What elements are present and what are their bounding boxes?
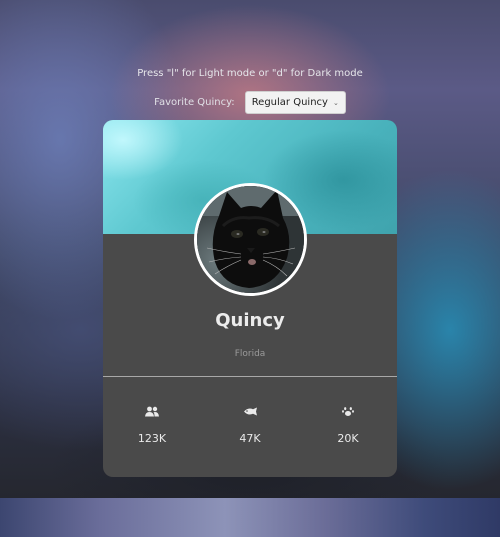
stat-value: 47K	[239, 432, 261, 445]
chevron-down-icon: ⌄	[332, 98, 339, 107]
stat-fish: 47K	[201, 404, 299, 454]
background-strip	[0, 498, 500, 537]
profile-card: Quincy Florida 123K 47K 20K	[103, 120, 397, 477]
favorite-select[interactable]: Regular Quincy ⌄	[244, 91, 346, 114]
divider	[103, 376, 397, 377]
favorite-select-value: Regular Quincy	[251, 97, 328, 108]
mode-hint: Press "l" for Light mode or "d" for Dark…	[137, 68, 363, 79]
avatar	[194, 183, 307, 296]
users-icon	[145, 404, 159, 418]
profile-name: Quincy	[215, 310, 285, 331]
paw-icon	[342, 404, 354, 418]
stat-followers: 123K	[103, 404, 201, 454]
stat-value: 20K	[337, 432, 359, 445]
stats-row: 123K 47K 20K	[103, 404, 397, 454]
fish-icon	[243, 404, 257, 418]
profile-location: Florida	[234, 349, 266, 359]
favorite-row: Favorite Quincy: Regular Quincy ⌄	[0, 91, 500, 114]
stat-paws: 20K	[299, 404, 397, 454]
favorite-label: Favorite Quincy:	[154, 97, 235, 108]
stat-value: 123K	[137, 432, 167, 445]
